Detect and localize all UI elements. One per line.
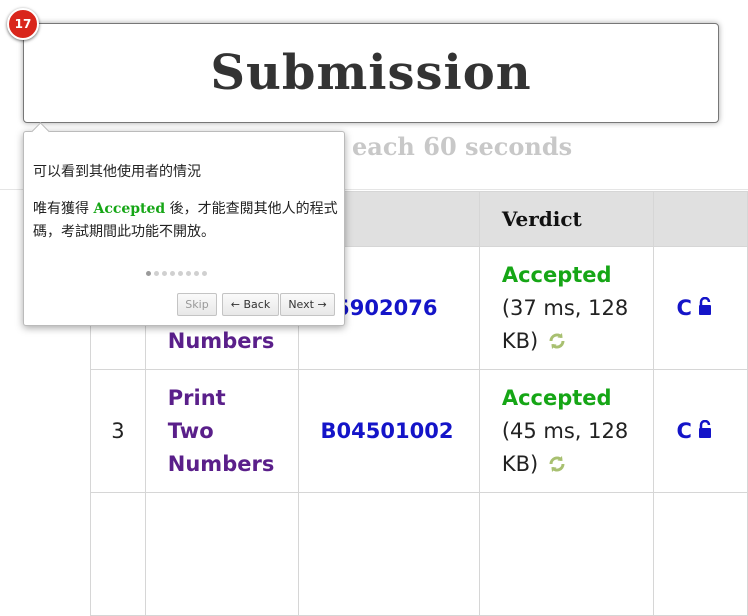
verdict-status: Accepted (501, 262, 612, 287)
verdict-cell: Accepted (37 ms, 128 KB) (478, 246, 655, 370)
progress-dot[interactable] (194, 271, 199, 276)
progress-dot[interactable] (202, 271, 207, 276)
popover-arrow (31, 122, 50, 141)
language-cell (653, 492, 748, 616)
accepted-highlight: Accepted (93, 201, 166, 217)
submission-link[interactable]: B04501002 (321, 419, 454, 443)
refresh-icon[interactable] (547, 331, 567, 355)
verdict-detail: (45 ms, 128 (501, 418, 629, 443)
progress-dot[interactable] (178, 271, 183, 276)
problem-link[interactable]: Numbers (168, 325, 298, 358)
problem-cell (144, 492, 299, 616)
unlock-icon (698, 296, 712, 320)
row-index-cell: 3 (90, 369, 146, 493)
language-label: C (676, 296, 692, 320)
table-row: 3 Print Two Numbers B04501002 Accepted (… (90, 369, 748, 493)
verdict-detail-unit: KB) (501, 328, 539, 353)
tour-step-badge: 17 (7, 8, 39, 40)
popover-title: 可以看到其他使用者的情況 (33, 164, 201, 180)
language-label: C (676, 419, 692, 443)
language-cell: C (653, 246, 748, 370)
submission-cell (297, 492, 480, 616)
progress-dots (146, 271, 207, 276)
page-title-box: Submission (23, 23, 719, 123)
progress-dot[interactable] (154, 271, 159, 276)
verdict-status: Accepted (501, 385, 612, 410)
language-link[interactable]: C (676, 296, 711, 320)
col-header-verdict: Verdict (478, 191, 655, 247)
tour-popover: 可以看到其他使用者的情況 唯有獲得 Accepted 後，才能查閱其他人的程式碼… (23, 122, 345, 326)
refresh-icon[interactable] (547, 454, 567, 478)
submission-cell: B04501002 (297, 369, 480, 493)
progress-dot[interactable] (186, 271, 191, 276)
problem-line: Numbers (167, 451, 275, 476)
page-title: Submission (210, 45, 532, 101)
back-button[interactable]: ← Back (222, 293, 279, 316)
popover-body-pre: 唯有獲得 (33, 201, 94, 217)
table-row (90, 492, 748, 616)
problem-line: Two (167, 418, 214, 443)
progress-dot[interactable] (170, 271, 175, 276)
verdict-detail: (37 ms, 128 (501, 295, 629, 320)
row-index-cell (90, 492, 146, 616)
verdict-detail-unit: KB) (501, 451, 539, 476)
problem-link[interactable]: Print Two Numbers (168, 382, 298, 481)
language-link[interactable]: C (676, 419, 711, 443)
verdict-cell (478, 492, 655, 616)
problem-line: Print (167, 385, 226, 410)
popover-body: 唯有獲得 Accepted 後，才能查閱其他人的程式碼，考試期間此功能不開放。 (33, 198, 338, 244)
verdict-cell: Accepted (45 ms, 128 KB) (478, 369, 655, 493)
progress-dot[interactable] (146, 271, 151, 276)
skip-button[interactable]: Skip (177, 293, 217, 316)
unlock-icon (698, 419, 712, 443)
col-header-language (653, 191, 748, 247)
language-cell: C (653, 369, 748, 493)
progress-dot[interactable] (162, 271, 167, 276)
next-button[interactable]: Next → (280, 293, 335, 316)
problem-cell: Print Two Numbers (144, 369, 299, 493)
refresh-subtitle: each 60 seconds (352, 132, 573, 161)
